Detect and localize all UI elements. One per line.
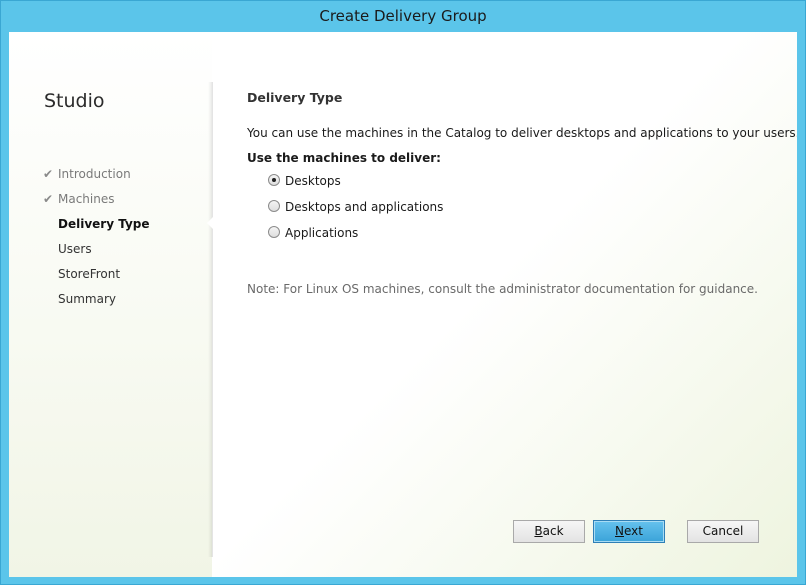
- next-label-rest: ext: [624, 524, 643, 538]
- back-accelerator: B: [534, 524, 543, 538]
- step-delivery-type: Delivery Type: [43, 215, 150, 240]
- window-titlebar[interactable]: Create Delivery Group: [1, 1, 805, 32]
- active-step-pointer-icon: [207, 216, 214, 230]
- back-button[interactable]: Back: [513, 520, 585, 543]
- step-users: Users: [43, 240, 150, 265]
- step-label: Introduction: [58, 167, 131, 181]
- sidebar-title: Studio: [44, 90, 105, 112]
- linux-note: Note: For Linux OS machines, consult the…: [247, 282, 758, 296]
- next-button[interactable]: Next: [593, 520, 665, 543]
- wizard-sidebar: Studio ✔ Introduction ✔ Machines Deliver…: [9, 32, 212, 577]
- step-summary: Summary: [43, 290, 150, 315]
- wizard-steps: ✔ Introduction ✔ Machines Delivery Type …: [43, 165, 150, 315]
- page-title: Delivery Type: [247, 90, 343, 105]
- checkmark-icon: ✔: [43, 167, 54, 181]
- window-title: Create Delivery Group: [319, 7, 487, 25]
- back-label-rest: ack: [542, 524, 564, 538]
- sidebar-divider: [208, 82, 213, 557]
- step-label: StoreFront: [58, 267, 121, 281]
- radio-label[interactable]: Desktops and applications: [285, 198, 443, 216]
- step-storefront: StoreFront: [43, 265, 150, 290]
- radio-button-icon[interactable]: [268, 226, 280, 238]
- radio-button-icon[interactable]: [268, 200, 280, 212]
- step-introduction: ✔ Introduction: [43, 165, 150, 190]
- radio-selected-dot-icon: [272, 178, 276, 182]
- next-accelerator: N: [615, 524, 624, 538]
- intro-text: You can use the machines in the Catalog …: [247, 126, 797, 140]
- radio-label[interactable]: Desktops: [285, 172, 341, 190]
- delivery-options-label: Use the machines to deliver:: [247, 151, 441, 165]
- dialog-client-area: Studio ✔ Introduction ✔ Machines Deliver…: [9, 32, 797, 577]
- cancel-button[interactable]: Cancel: [687, 520, 759, 543]
- radio-label[interactable]: Applications: [285, 224, 358, 242]
- step-label: Users: [58, 242, 92, 256]
- step-label: Delivery Type: [58, 217, 150, 231]
- checkmark-icon: ✔: [43, 192, 54, 206]
- step-machines: ✔ Machines: [43, 190, 150, 215]
- radio-button-icon[interactable]: [268, 174, 280, 186]
- dialog-window: Create Delivery Group Studio ✔ Introduct…: [0, 0, 806, 585]
- step-label: Summary: [58, 292, 116, 306]
- step-label: Machines: [58, 192, 115, 206]
